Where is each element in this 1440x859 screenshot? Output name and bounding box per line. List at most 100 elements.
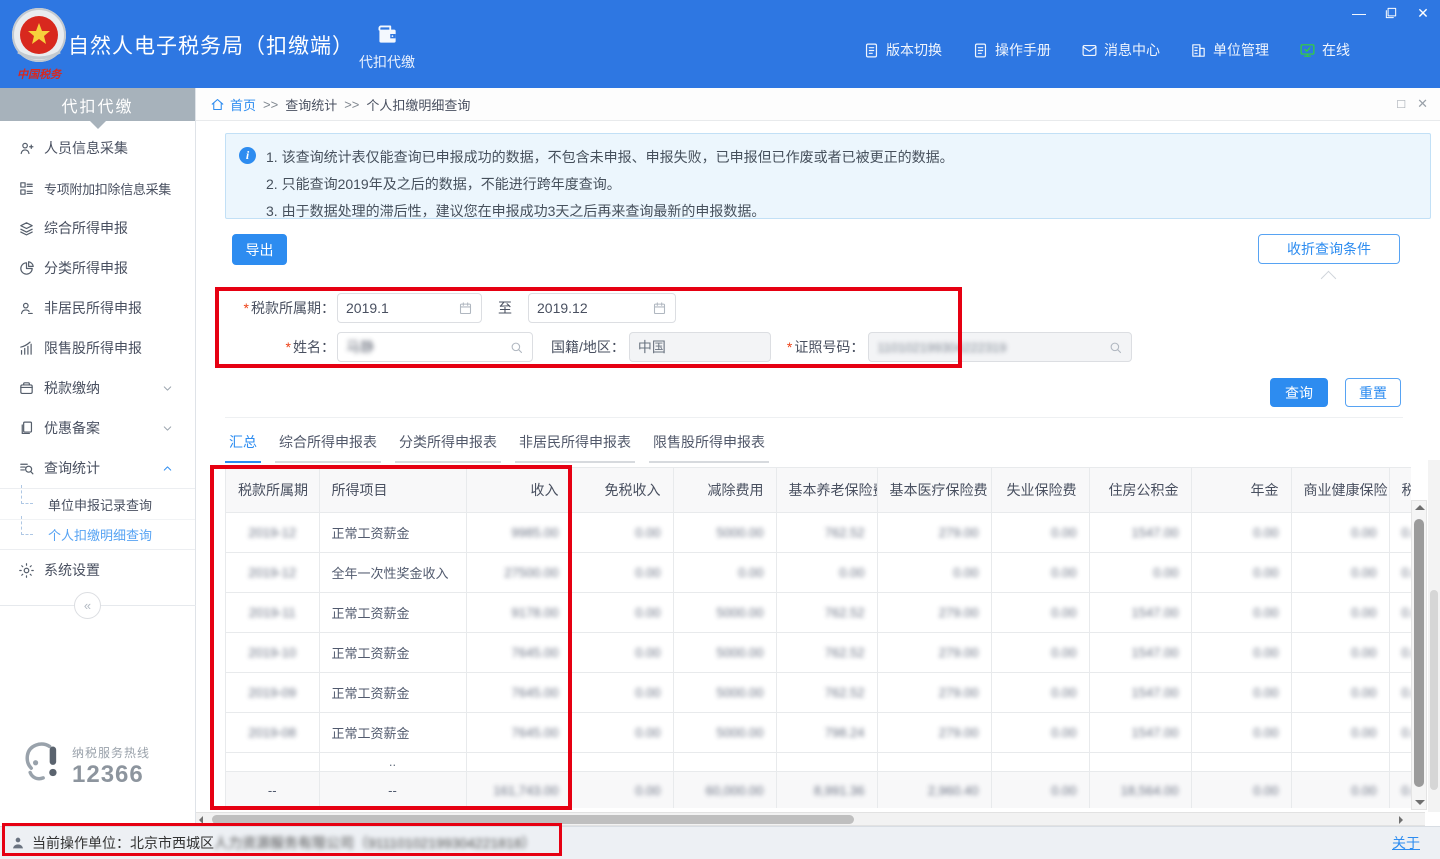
breadcrumb-separator: >> bbox=[263, 97, 278, 112]
search-icon[interactable] bbox=[1108, 340, 1123, 355]
horizontal-scrollbar-thumb[interactable] bbox=[212, 815, 854, 824]
breadcrumb-item-query-statistics: 查询统计 bbox=[285, 95, 337, 114]
form-row-period: *税款所属期： 2019.1 至 2019.12 bbox=[220, 293, 676, 323]
required-mark: * bbox=[286, 339, 291, 355]
mail-icon bbox=[1081, 42, 1098, 59]
page-vertical-scrollbar bbox=[1428, 460, 1440, 812]
window-controls: — ✕ bbox=[1350, 4, 1432, 22]
export-button[interactable]: 导出 bbox=[232, 234, 287, 265]
sidebar-item-classified-income[interactable]: 分类所得申报 bbox=[0, 248, 195, 288]
building-icon bbox=[1190, 42, 1207, 59]
tab-comprehensive-return[interactable]: 综合所得申报表 bbox=[275, 426, 381, 463]
table-summary-row: ----161,743.000.0060,000.008,991.362,960… bbox=[226, 771, 1411, 808]
info-icon: i bbox=[239, 147, 256, 164]
collapse-query-button[interactable]: 收折查询条件 bbox=[1258, 234, 1400, 264]
column-header-11: 税 bbox=[1389, 468, 1411, 512]
column-header-9: 年金 bbox=[1191, 468, 1291, 512]
scroll-down-arrow-icon[interactable] bbox=[1415, 800, 1425, 805]
tab-nonresident-return[interactable]: 非居民所得申报表 bbox=[515, 426, 635, 463]
column-header-0: 税款所属期 bbox=[226, 468, 319, 512]
id-number-value: 110102199304222319 bbox=[877, 340, 1006, 355]
table-row[interactable]: 2019-11正常工资薪金9178.000.005000.00762.52279… bbox=[226, 592, 1411, 632]
table-row[interactable]: 2019-08正常工资薪金7645.000.005000.00798.24279… bbox=[226, 712, 1411, 752]
wallet2-icon bbox=[18, 380, 35, 397]
period-label: 税款所属期： bbox=[251, 300, 335, 316]
header-menu-manual[interactable]: 操作手册 bbox=[972, 40, 1051, 60]
reset-button[interactable]: 重置 bbox=[1345, 378, 1401, 407]
table-row[interactable]: 2019-12正常工资薪金9985.000.005000.00762.52279… bbox=[226, 512, 1411, 552]
query-button[interactable]: 查询 bbox=[1270, 378, 1328, 407]
page-vertical-scrollbar-thumb[interactable] bbox=[1430, 590, 1438, 790]
user-plus-icon bbox=[18, 140, 35, 157]
header-menu-version-switch[interactable]: 版本切换 bbox=[863, 40, 942, 60]
column-header-8: 住房公积金 bbox=[1089, 468, 1191, 512]
current-unit-public: 北京市西城区 bbox=[130, 833, 214, 853]
vertical-scrollbar-thumb[interactable] bbox=[1414, 519, 1424, 787]
scroll-up-arrow-icon[interactable] bbox=[1415, 505, 1425, 510]
id-label: 证照号码： bbox=[794, 339, 864, 355]
sidebar-collapse-button[interactable]: « bbox=[74, 592, 101, 619]
minimize-button[interactable]: — bbox=[1350, 4, 1368, 22]
column-header-10: 商业健康保险 bbox=[1291, 468, 1389, 512]
breadcrumb: 首页 >> 查询统计 >> 个人扣缴明细查询 □ ✕ bbox=[196, 88, 1440, 121]
sidebar-item-query-statistics[interactable]: 查询统计 bbox=[0, 448, 195, 488]
panel-close-button[interactable]: ✕ bbox=[1417, 96, 1428, 112]
sidebar-subitem-personal-withholding-detail-query[interactable]: 个人扣缴明细查询 bbox=[0, 519, 195, 549]
nationality-label: 国籍/地区： bbox=[551, 337, 625, 357]
table-vertical-scrollbar bbox=[1411, 500, 1427, 810]
module-tab-withholding[interactable]: 代扣代缴 bbox=[348, 14, 426, 78]
nationality-input[interactable]: 中国 bbox=[629, 332, 771, 362]
breadcrumb-home[interactable]: 首页 bbox=[230, 95, 256, 114]
table-row[interactable]: 2019-09正常工资薪金7645.000.005000.00762.52279… bbox=[226, 672, 1411, 712]
sidebar-item-system-settings[interactable]: 系统设置 bbox=[0, 550, 195, 590]
tax-emblem-logo: 中国税务 bbox=[10, 6, 68, 82]
sidebar-item-comprehensive-income[interactable]: 综合所得申报 bbox=[0, 208, 195, 248]
sidebar-subitem-unit-declare-record-query[interactable]: 单位申报记录查询 bbox=[0, 489, 195, 519]
tab-classified-return[interactable]: 分类所得申报表 bbox=[395, 426, 501, 463]
scroll-right-arrow-icon[interactable] bbox=[1399, 816, 1403, 824]
restore-button[interactable] bbox=[1382, 4, 1400, 22]
period-from-input[interactable]: 2019.1 bbox=[337, 293, 482, 323]
about-link[interactable]: 关于 bbox=[1392, 833, 1420, 853]
table-row-partial: .. bbox=[226, 752, 1411, 771]
sidebar-item-nonresident-income[interactable]: 非居民所得申报 bbox=[0, 288, 195, 328]
breadcrumb-item-current-page: 个人扣缴明细查询 bbox=[366, 95, 470, 114]
close-button[interactable]: ✕ bbox=[1414, 4, 1432, 22]
panel-maximize-button[interactable]: □ bbox=[1397, 96, 1405, 112]
search-list-icon bbox=[18, 460, 35, 477]
sidebar-item-restricted-shares[interactable]: 限售股所得申报 bbox=[0, 328, 195, 368]
column-header-5: 基本养老保险费 bbox=[776, 468, 877, 512]
search-icon[interactable] bbox=[509, 340, 524, 355]
sidebar-item-personnel-info[interactable]: 人员信息采集 bbox=[0, 128, 195, 168]
header-menu-org-management[interactable]: 单位管理 bbox=[1190, 40, 1269, 60]
table-row[interactable]: 2019-10正常工资薪金7645.000.005000.00762.52279… bbox=[226, 632, 1411, 672]
document-icon bbox=[863, 42, 880, 59]
form-row-person: *姓名： 马静 国籍/地区： 中国 *证照号码： 110102199304222… bbox=[220, 332, 1132, 362]
table-row[interactable]: 2019-12全年一次性奖金收入27500.000.000.000.000.00… bbox=[226, 552, 1411, 592]
monitor-check-icon bbox=[1299, 42, 1316, 59]
sidebar-item-special-deduction[interactable]: 专项附加扣除信息采集 bbox=[0, 168, 195, 208]
app-title: 自然人电子税务局（扣缴端） bbox=[68, 30, 354, 60]
scroll-left-arrow-icon[interactable] bbox=[199, 816, 203, 824]
wallet-icon bbox=[374, 21, 400, 47]
tab-summary[interactable]: 汇总 bbox=[225, 426, 261, 463]
panel-controls: □ ✕ bbox=[1397, 96, 1428, 112]
table-header-row: 税款所属期所得项目收入免税收入减除费用基本养老保险费基本医疗保险费失业保险费住房… bbox=[226, 468, 1411, 512]
breadcrumb-separator: >> bbox=[344, 97, 359, 112]
column-header-6: 基本医疗保险费 bbox=[877, 468, 991, 512]
id-number-input[interactable]: 110102199304222319 bbox=[868, 332, 1132, 362]
period-to-input[interactable]: 2019.12 bbox=[528, 293, 676, 323]
name-input[interactable]: 马静 bbox=[337, 332, 533, 362]
app-window: 中国税务 自然人电子税务局（扣缴端） 代扣代缴 版本切换 操作手册 消息中心 单位管理… bbox=[0, 0, 1440, 859]
hotline-logo: 纳税服务热线 12366 bbox=[18, 740, 150, 792]
tab-restricted-shares-return[interactable]: 限售股所得申报表 bbox=[649, 426, 769, 463]
gear-icon bbox=[18, 562, 35, 579]
notice-box: i 1. 该查询统计表仅能查询已申报成功的数据，不包含未申报、申报失败，已申报但… bbox=[225, 133, 1431, 219]
column-header-3: 免税收入 bbox=[571, 468, 673, 512]
sidebar-item-tax-payment[interactable]: 税款缴纳 bbox=[0, 368, 195, 408]
horizontal-scrollbar bbox=[196, 812, 1425, 826]
header-menu-message-center[interactable]: 消息中心 bbox=[1081, 40, 1160, 60]
sidebar: 代扣代缴 人员信息采集专项附加扣除信息采集综合所得申报分类所得申报非居民所得申报… bbox=[0, 88, 196, 826]
sidebar-item-preferential-filing[interactable]: 优惠备案 bbox=[0, 408, 195, 448]
tab-bar: 汇总综合所得申报表分类所得申报表非居民所得申报表限售股所得申报表 bbox=[225, 426, 783, 463]
